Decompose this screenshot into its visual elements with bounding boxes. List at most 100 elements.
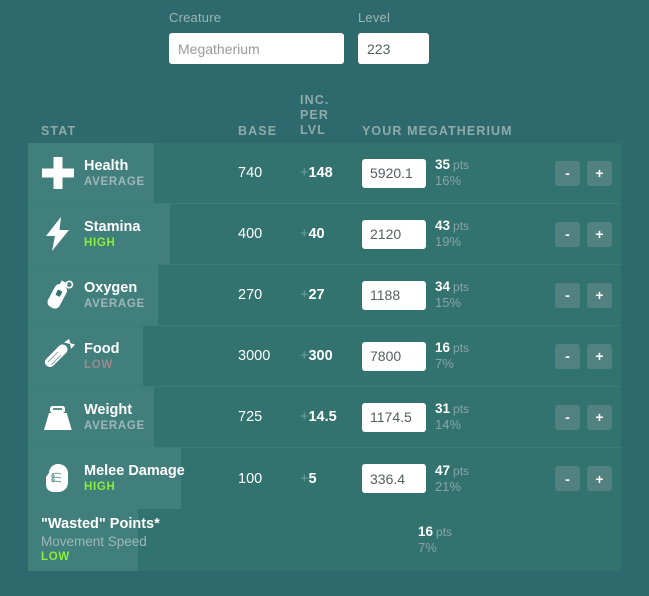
stat-cell: Stamina HIGH	[28, 212, 238, 256]
creature-label: Creature	[169, 10, 222, 25]
points-percent: 15%	[435, 295, 462, 310]
points-number: 34	[435, 279, 451, 294]
your-creature-cell: 35pts16% -+	[362, 157, 621, 189]
points-block: 43 pts 19%	[435, 218, 469, 250]
points-block: 34 pts 15%	[435, 279, 469, 311]
stat-rating: AVERAGE	[84, 419, 145, 432]
points-unit: pts	[453, 280, 470, 294]
stat-cell: Weight AVERAGE	[28, 395, 238, 439]
inc-per-lvl-value: +148	[300, 165, 362, 181]
base-value: 100	[238, 470, 263, 487]
increment-button[interactable]: +	[587, 160, 612, 186]
increment-button[interactable]: +	[587, 221, 612, 247]
table-row: FoodLOW 3000 +300 16pts7% -+	[28, 326, 621, 387]
inc-number: 148	[308, 165, 333, 181]
increment-button[interactable]: +	[587, 404, 612, 430]
points-line: 47 pts	[435, 463, 469, 479]
stat-value-input[interactable]	[362, 280, 426, 310]
wasted-pts-unit: pts	[436, 525, 453, 539]
stat-name: Melee Damage	[84, 463, 185, 479]
wasted-pts-line: 16 pts	[418, 524, 452, 540]
header-inc-line1: INC.	[300, 93, 330, 107]
stat-value-input[interactable]	[362, 341, 426, 371]
decrement-button[interactable]: -	[555, 221, 580, 247]
stepper-buttons: - +	[555, 221, 621, 247]
stat-value-input[interactable]	[362, 464, 426, 493]
stepper-buttons: - +	[555, 466, 621, 491]
decrement-button[interactable]: -	[555, 343, 580, 369]
points-unit: pts	[453, 219, 470, 233]
increment-button[interactable]: +	[587, 343, 612, 369]
header-stat: STAT	[41, 124, 77, 138]
wasted-pct: 7%	[418, 540, 437, 555]
points-unit: pts	[453, 402, 470, 416]
points-block: 35 pts 16%	[435, 157, 469, 189]
points-line: 16 pts	[435, 340, 469, 356]
points-unit: pts	[453, 158, 470, 172]
header-your-creature: YOUR MEGATHERIUM	[362, 124, 513, 138]
points-percent: 14%	[435, 417, 462, 432]
stat-rating: AVERAGE	[84, 297, 145, 310]
header-base: BASE	[238, 124, 278, 138]
stat-value-input[interactable]	[362, 402, 426, 432]
points-unit: pts	[453, 341, 470, 355]
stat-name: Health	[84, 157, 129, 174]
stat-label-group: Food LOW	[84, 340, 119, 373]
stat-value-input[interactable]	[362, 219, 426, 249]
decrement-button[interactable]: -	[555, 404, 580, 430]
stat-cell: Melee Damage HIGH	[28, 457, 238, 501]
decrement-button[interactable]: -	[555, 282, 580, 308]
points-percent: 7%	[435, 356, 454, 371]
inc-number: 40	[308, 226, 325, 242]
increment-button[interactable]: +	[587, 466, 612, 491]
base-value: 270	[238, 287, 263, 303]
your-creature-cell: 16pts7% -+	[362, 340, 621, 372]
header-inc-line2: PER	[300, 108, 330, 122]
lightning-bolt-icon	[36, 212, 80, 256]
inc-per-lvl-value: +40	[300, 226, 362, 242]
table-body: HealthAVERAGE740+14835pts16%-+StaminaHIG…	[28, 143, 621, 509]
fist-icon	[36, 457, 80, 501]
table-row: OxygenAVERAGE 270 +27 34pts15% -+	[28, 265, 621, 326]
level-field-group: Level	[358, 10, 429, 64]
stat-cell: Food LOW	[28, 334, 238, 378]
wasted-points-subtitle: Movement Speed	[41, 534, 147, 549]
points-number: 31	[435, 401, 451, 416]
table-row: WeightAVERAGE 725 +14.5 31pts14% -+	[28, 387, 621, 448]
level-input[interactable]	[358, 33, 429, 64]
points-number: 47	[435, 462, 451, 478]
wasted-pts-number: 16	[418, 524, 434, 539]
table-header-row: STAT BASE INC. PER LVL YOUR MEGATHERIUM	[28, 91, 621, 143]
inc-per-lvl-value: +5	[300, 471, 362, 487]
points-line: 35 pts	[435, 157, 469, 173]
stat-label-group: Stamina HIGH	[84, 218, 140, 251]
inc-per-lvl-value: +300	[300, 348, 362, 364]
points-block: 16 pts 7%	[435, 340, 469, 372]
wasted-points-title: "Wasted" Points*	[41, 516, 160, 532]
points-number: 35	[435, 157, 451, 172]
your-creature-cell: 34pts15% -+	[362, 279, 621, 311]
header-inc-per-lvl: INC. PER LVL	[300, 93, 362, 143]
stat-label-group: Health AVERAGE	[84, 157, 145, 190]
level-label: Level	[358, 10, 391, 25]
wasted-points-rating: LOW	[41, 551, 70, 563]
your-creature-cell: 31pts14% -+	[362, 401, 621, 433]
increment-button[interactable]: +	[587, 282, 612, 308]
points-percent: 21%	[435, 478, 462, 494]
points-line: 43 pts	[435, 218, 469, 234]
points-number: 16	[435, 340, 451, 355]
decrement-button[interactable]: -	[555, 160, 580, 186]
stepper-buttons: - +	[555, 282, 621, 308]
inc-number: 5	[308, 470, 317, 487]
stat-value-input[interactable]	[362, 158, 426, 188]
creature-input[interactable]	[169, 33, 344, 64]
stepper-buttons: - +	[555, 160, 621, 186]
points-line: 34 pts	[435, 279, 469, 295]
cross-icon	[36, 151, 80, 195]
decrement-button[interactable]: -	[555, 466, 580, 491]
base-value: 740	[238, 165, 263, 181]
stats-table: STAT BASE INC. PER LVL YOUR MEGATHERIUM …	[28, 91, 621, 571]
stat-rating: AVERAGE	[84, 175, 145, 188]
stat-rating: HIGH	[84, 236, 116, 249]
creature-field-group: Creature	[169, 10, 344, 64]
